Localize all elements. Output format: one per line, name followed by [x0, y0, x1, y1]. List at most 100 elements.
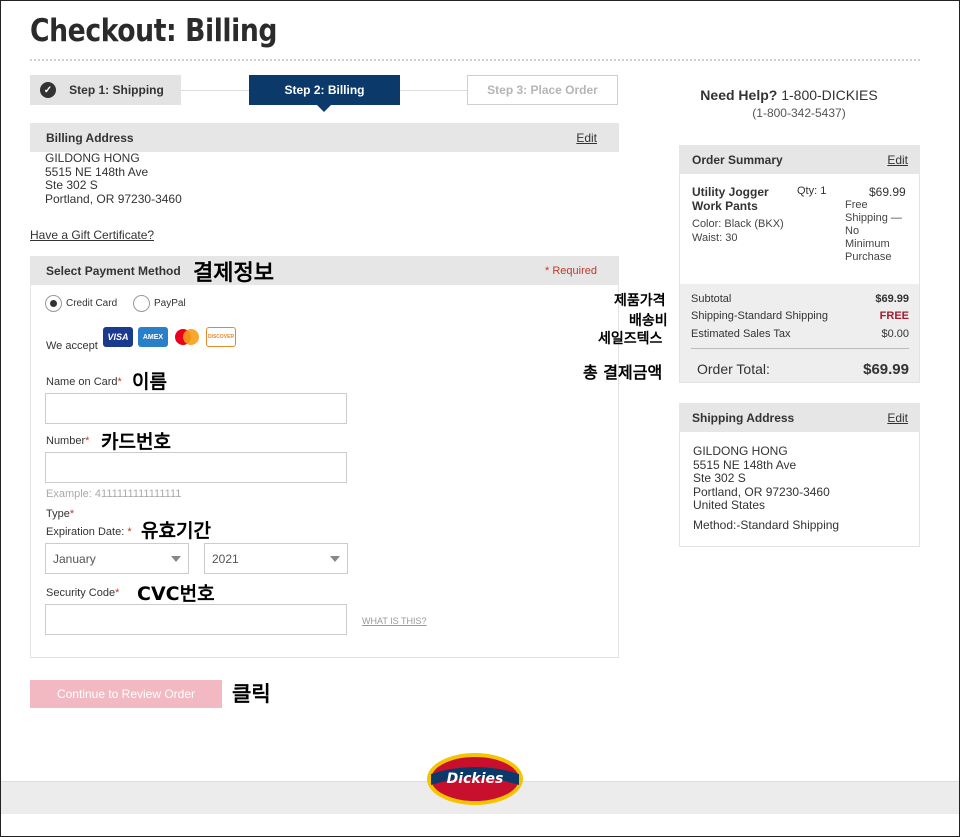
- need-help-label: Need Help?: [700, 87, 778, 103]
- product-waist: Waist: 30: [692, 232, 738, 244]
- mastercard-icon: [171, 327, 203, 347]
- check-icon: ✓: [40, 82, 56, 98]
- expiration-text: Expiration Date:: [46, 526, 125, 538]
- shipping-address-line: United States: [693, 498, 766, 512]
- security-code-input[interactable]: [45, 604, 347, 635]
- what-is-this-link[interactable]: WHAT IS THIS?: [362, 616, 427, 626]
- chevron-down-icon: [330, 556, 340, 562]
- payment-method-title: Select Payment Method: [46, 263, 181, 278]
- step-place-order-label: Step 3: Place Order: [487, 83, 598, 97]
- name-on-card-input[interactable]: [45, 393, 347, 424]
- order-total-value: $69.99: [863, 361, 909, 378]
- card-number-label: Number*: [46, 435, 89, 447]
- shipping-address-line: Portland, OR 97230-3460: [693, 484, 830, 499]
- required-note: * Required: [545, 264, 597, 277]
- subtotal-value: $69.99: [875, 293, 909, 305]
- card-number-text: Number: [46, 435, 86, 447]
- paypal-radio[interactable]: [133, 295, 150, 313]
- step-billing: Step 2: Billing: [249, 75, 400, 112]
- product-name-line: Work Pants: [692, 199, 758, 213]
- credit-card-label: Credit Card: [66, 298, 118, 310]
- required-mark: *: [117, 376, 122, 388]
- shipping-note-line: Shipping —: [845, 212, 902, 224]
- shipping-method: Method:-Standard Shipping: [693, 517, 840, 532]
- tax-value: $0.00: [881, 328, 909, 340]
- billing-edit-link[interactable]: Edit: [576, 131, 597, 145]
- order-summary-title: Order Summary: [692, 152, 783, 167]
- shipping-note-line: Free: [845, 199, 868, 211]
- required-mark: *: [115, 587, 120, 599]
- billing-address-line: GILDONG HONG: [45, 151, 140, 165]
- subtotal-row: Subtotal $69.99: [691, 293, 909, 305]
- shipping-address-edit-link[interactable]: Edit: [887, 411, 908, 425]
- radio-paypal[interactable]: PayPal: [133, 295, 186, 313]
- help-phone-numeric: (1-800-342-5437): [752, 106, 846, 120]
- billing-address-block: GILDONG HONG 5515 NE 148th Ave Ste 302 S…: [45, 151, 182, 206]
- shipping-note-line: No: [845, 225, 860, 237]
- step-shipping-label: Step 1: Shipping: [69, 83, 164, 97]
- step-connector: [400, 90, 467, 91]
- tax-row: Estimated Sales Tax $0.00: [691, 328, 909, 340]
- shipping-row: Shipping-Standard Shipping FREE: [691, 310, 909, 322]
- annotation-name: 이름: [132, 371, 167, 393]
- order-summary-edit-link[interactable]: Edit: [887, 153, 908, 167]
- shipping-note-line: Purchase: [845, 251, 892, 263]
- tax-label: Estimated Sales Tax: [691, 328, 791, 340]
- billing-address-line: Ste 302 S: [45, 178, 98, 192]
- required-mark: *: [69, 508, 75, 520]
- subtotal-label: Subtotal: [691, 293, 732, 305]
- required-mark: *: [85, 435, 90, 447]
- step-connector: [181, 90, 249, 91]
- card-number-example: Example: 4111111111111111: [46, 488, 182, 500]
- paypal-label: PayPal: [154, 298, 186, 310]
- expiration-label: Expiration Date: *: [46, 526, 132, 538]
- title-divider: [30, 59, 920, 61]
- step-shipping[interactable]: ✓ Step 1: Shipping: [30, 75, 181, 105]
- annotation-payment-info: 결제정보: [193, 261, 274, 286]
- product-name[interactable]: Utility Jogger Work Pants: [692, 185, 769, 213]
- logo-text: Dickies: [447, 771, 504, 787]
- card-type-text: Type: [46, 508, 70, 520]
- annotation-card-number: 카드번호: [101, 431, 171, 453]
- shipping-address-line: Ste 302 S: [693, 471, 746, 485]
- shipping-address-block: GILDONG HONG 5515 NE 148th Ave Ste 302 S…: [693, 444, 840, 532]
- order-total-label: Order Total:: [697, 361, 770, 377]
- chevron-down-icon: [171, 556, 181, 562]
- visa-icon: VISA: [103, 327, 133, 347]
- security-code-label: Security Code*: [46, 587, 119, 599]
- we-accept-label: We accept: [46, 340, 98, 352]
- billing-address-line: 5515 NE 148th Ave: [45, 164, 149, 179]
- product-price: $69.99: [869, 185, 906, 199]
- card-number-input[interactable]: [45, 452, 347, 483]
- order-total-row: Order Total: $69.99: [697, 361, 909, 378]
- annotation-expiry: 유효기간: [141, 520, 211, 542]
- shipping-address-title: Shipping Address: [692, 410, 795, 425]
- need-help: Need Help? 1-800-DICKIES: [677, 87, 901, 103]
- totals-divider: [691, 348, 909, 349]
- expiration-year-value: 2021: [212, 551, 239, 566]
- card-type-label: Type*: [46, 508, 74, 520]
- annotation-click: 클릭: [232, 682, 271, 706]
- product-attributes: Color: Black (BKX) Waist: 30: [692, 217, 784, 245]
- radio-credit-card[interactable]: Credit Card: [45, 295, 117, 313]
- product-shipping-note: Free Shipping — No Minimum Purchase: [845, 199, 902, 264]
- page-title: Checkout: Billing: [30, 13, 278, 49]
- dickies-logo[interactable]: Dickies: [425, 752, 525, 807]
- order-summary-header: Order Summary Edit: [679, 145, 920, 174]
- product-name-line: Utility Jogger: [692, 185, 769, 199]
- expiration-year-select[interactable]: 2021: [204, 543, 348, 574]
- help-phone[interactable]: 1-800-DICKIES: [781, 87, 877, 103]
- shipping-note-line: Minimum: [845, 238, 890, 250]
- amex-icon: AMEX: [138, 327, 168, 347]
- annotation-total: 총 결제금액: [583, 363, 663, 382]
- shipping-address-header: Shipping Address Edit: [679, 403, 920, 432]
- shipping-address-line: 5515 NE 148th Ave: [693, 457, 797, 472]
- expiration-month-select[interactable]: January: [45, 543, 189, 574]
- shipping-address-line: GILDONG HONG: [693, 444, 788, 458]
- shipping-value: FREE: [879, 310, 909, 322]
- billing-address-header: Billing Address Edit: [30, 123, 619, 152]
- gift-certificate-link[interactable]: Have a Gift Certificate?: [30, 228, 154, 242]
- credit-card-radio[interactable]: [45, 295, 62, 313]
- continue-to-review-button[interactable]: Continue to Review Order: [30, 680, 222, 708]
- annotation-product-price: 제품가격: [614, 293, 666, 309]
